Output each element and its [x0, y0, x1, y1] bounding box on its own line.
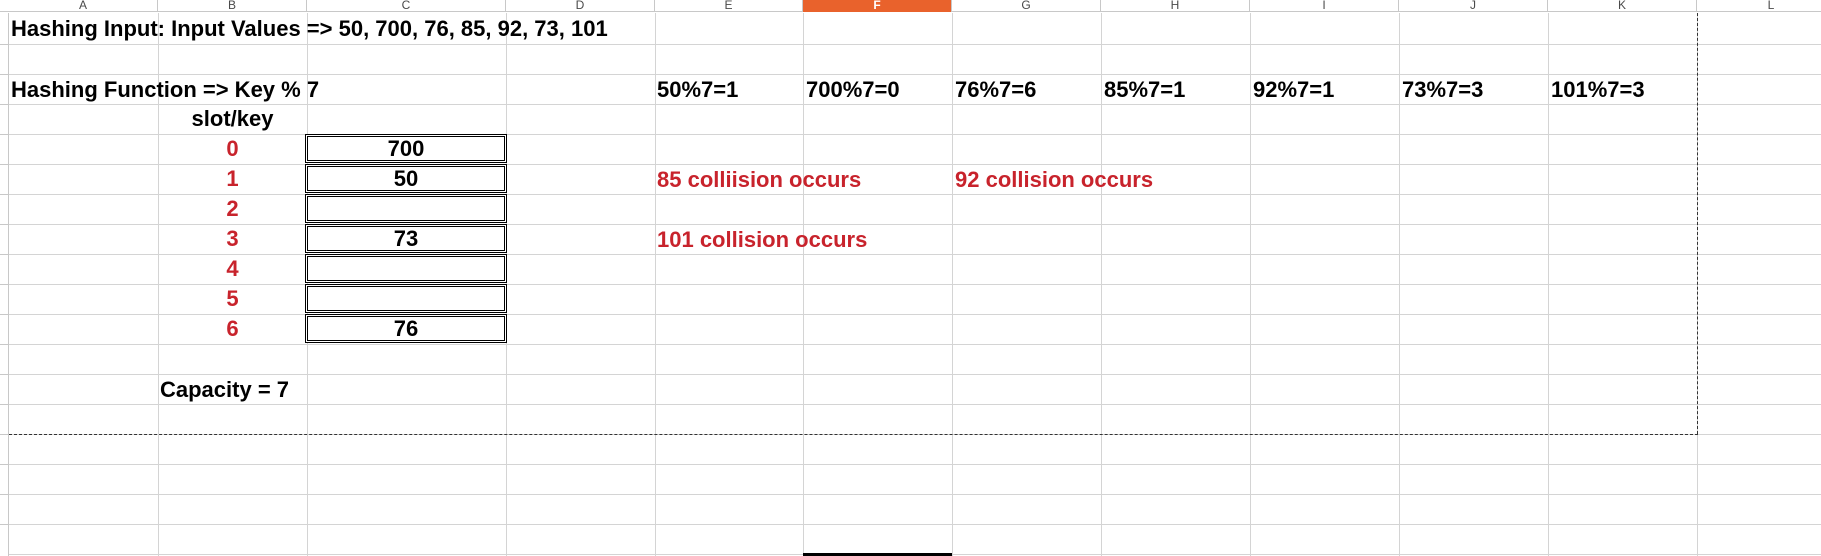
- collision-note[interactable]: 85 colliision occurs: [657, 165, 861, 195]
- grid-line: [9, 524, 1821, 525]
- column-header-g[interactable]: G: [952, 0, 1101, 12]
- row-header-divider: [0, 344, 9, 345]
- grid-line: [9, 44, 1821, 45]
- column-header-j[interactable]: J: [1399, 0, 1548, 12]
- slot-number[interactable]: 0: [158, 134, 307, 164]
- column-header-d[interactable]: D: [506, 0, 655, 12]
- column-header-l[interactable]: L: [1697, 0, 1821, 12]
- cell-e3-computation[interactable]: 50%7=1: [657, 75, 738, 105]
- column-header-e[interactable]: E: [655, 0, 803, 12]
- cell-a1-title[interactable]: Hashing Input: Input Values => 50, 700, …: [11, 14, 608, 44]
- slot-key-cell[interactable]: [305, 254, 507, 283]
- cell-h3-computation[interactable]: 85%7=1: [1104, 75, 1185, 105]
- slot-key-cell[interactable]: [305, 194, 507, 223]
- row-header-divider: [0, 284, 9, 285]
- row-header-divider: [0, 494, 9, 495]
- print-range-border: [9, 434, 1698, 435]
- slot-number[interactable]: 6: [158, 314, 307, 344]
- slot-number[interactable]: 4: [158, 254, 307, 284]
- slot-key-cell[interactable]: [305, 284, 507, 313]
- print-range-border: [1697, 13, 1698, 434]
- row-header-divider: [0, 374, 9, 375]
- row-header-divider: [0, 524, 9, 525]
- row-header-divider: [0, 164, 9, 165]
- row-header-divider: [0, 44, 9, 45]
- row-header-divider: [0, 134, 9, 135]
- column-header-c[interactable]: C: [307, 0, 506, 12]
- cell-b4-slot-key-header[interactable]: slot/key: [158, 104, 307, 134]
- row-header-divider: [0, 404, 9, 405]
- cell-a3-hash-function[interactable]: Hashing Function => Key % 7: [11, 75, 319, 105]
- column-header-a[interactable]: A: [9, 0, 158, 12]
- cell-k3-computation[interactable]: 101%7=3: [1551, 75, 1645, 105]
- column-header-bar: A B C D E F G H I J K L: [0, 0, 1821, 12]
- spreadsheet[interactable]: A B C D E F G H I J K L Hashing Input: I…: [0, 0, 1821, 556]
- slot-key-cell[interactable]: 50: [305, 164, 507, 193]
- row-header-divider: [0, 74, 9, 75]
- grid-line: [9, 494, 1821, 495]
- cell-j3-computation[interactable]: 73%7=3: [1402, 75, 1483, 105]
- cell-f3-computation[interactable]: 700%7=0: [806, 75, 900, 105]
- grid-line: [9, 464, 1821, 465]
- slot-number[interactable]: 2: [158, 194, 307, 224]
- column-header-k[interactable]: K: [1548, 0, 1697, 12]
- row-header-divider: [0, 314, 9, 315]
- row-header-divider: [0, 434, 9, 435]
- collision-note[interactable]: 101 collision occurs: [657, 225, 867, 255]
- column-header-i[interactable]: I: [1250, 0, 1399, 12]
- cell-i3-computation[interactable]: 92%7=1: [1253, 75, 1334, 105]
- column-header-f[interactable]: F: [803, 0, 952, 12]
- grid-line: [9, 344, 1821, 345]
- cell-g3-computation[interactable]: 76%7=6: [955, 75, 1036, 105]
- collision-note[interactable]: 92 collision occurs: [955, 165, 1153, 195]
- column-header-h[interactable]: H: [1101, 0, 1250, 12]
- row-header-divider: [0, 254, 9, 255]
- slot-key-cell[interactable]: 700: [305, 134, 507, 163]
- slot-number[interactable]: 5: [158, 284, 307, 314]
- column-header-b[interactable]: B: [158, 0, 307, 12]
- slot-number[interactable]: 1: [158, 164, 307, 194]
- slot-number[interactable]: 3: [158, 224, 307, 254]
- row-header-divider: [0, 194, 9, 195]
- slot-key-cell[interactable]: 73: [305, 224, 507, 253]
- row-header-divider: [0, 224, 9, 225]
- slot-key-cell[interactable]: 76: [305, 314, 507, 343]
- row-header-divider: [0, 464, 9, 465]
- row-header-divider: [0, 104, 9, 105]
- cell-b13-capacity[interactable]: Capacity = 7: [160, 375, 289, 405]
